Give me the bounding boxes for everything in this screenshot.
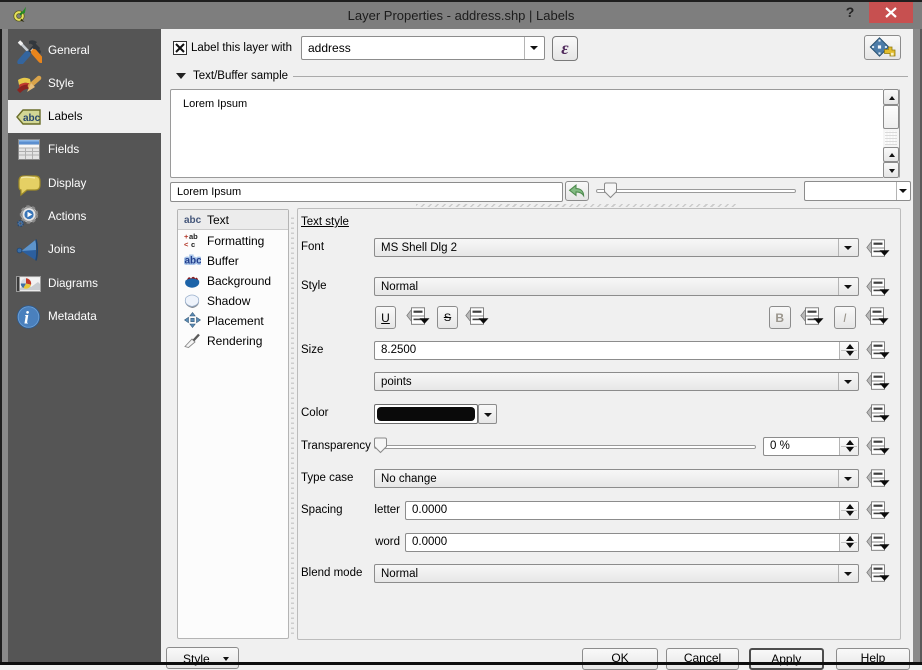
svg-text:<: < [184, 240, 189, 248]
svg-text:abc: abc [185, 256, 202, 267]
svg-text:abc: abc [23, 113, 41, 124]
svg-text:i: i [24, 307, 29, 327]
svg-text:c: c [191, 240, 195, 248]
svg-text:abc: abc [184, 215, 201, 226]
